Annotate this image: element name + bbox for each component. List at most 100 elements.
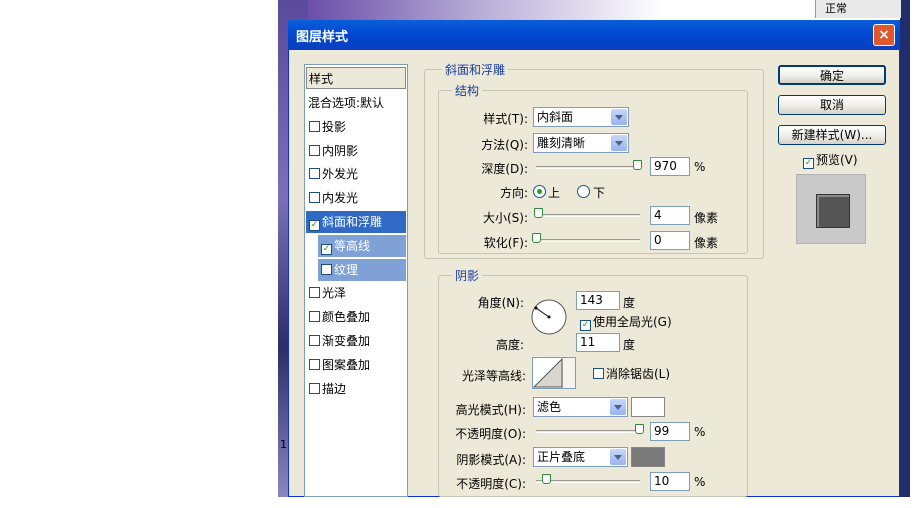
style-checkbox[interactable] — [309, 287, 320, 298]
highlight-opacity-slider-handle[interactable] — [634, 424, 644, 434]
soften-slider-track[interactable] — [536, 239, 640, 242]
style-checkbox[interactable] — [321, 264, 332, 275]
antialias-checkbox-row[interactable]: 消除锯齿(L) — [590, 366, 670, 382]
size-unit: 像素 — [694, 211, 719, 225]
angle-input[interactable]: 143 — [576, 291, 620, 310]
shadow-mode-value: 正片叠底 — [537, 450, 586, 464]
shadow-opacity-input[interactable]: 10 — [650, 472, 690, 491]
shadow-opacity-slider-handle[interactable] — [542, 474, 552, 484]
preview-label: 预览(V) — [816, 153, 858, 167]
gloss-contour-picker[interactable] — [532, 357, 576, 389]
style-list-label: 混合选项:默认 — [308, 96, 385, 110]
style-list-item[interactable]: ✓ 等高线 — [318, 235, 406, 257]
structure-title: 结构 — [452, 82, 483, 99]
style-checkbox[interactable] — [309, 359, 320, 370]
highlight-opacity-input[interactable]: 99 — [650, 422, 690, 441]
style-checkbox[interactable] — [309, 145, 320, 156]
soften-unit: 像素 — [694, 236, 719, 250]
size-slider-handle[interactable] — [534, 208, 544, 218]
background-canvas-top — [308, 0, 900, 20]
shadow-mode-label: 阴影模式(A): — [456, 453, 526, 467]
chevron-down-icon — [610, 449, 626, 465]
style-list-label: 内阴影 — [322, 144, 359, 158]
shadow-color-swatch[interactable] — [631, 447, 665, 467]
style-list-label: 内发光 — [322, 191, 359, 205]
angle-unit: 度 — [623, 296, 636, 310]
style-list-item[interactable]: 描边 — [306, 378, 406, 400]
highlight-mode-select[interactable]: 滤色 — [533, 397, 628, 417]
highlight-mode-label: 高光模式(H): — [455, 403, 526, 417]
style-checkbox[interactable] — [309, 121, 320, 132]
style-list-label: 斜面和浮雕 — [322, 215, 383, 229]
style-select[interactable]: 内斜面 — [533, 107, 629, 127]
style-list-label: 投影 — [322, 120, 347, 134]
preview-checkbox[interactable]: ✓ — [803, 158, 814, 169]
style-list-label: 描边 — [322, 382, 347, 396]
contour-curve-icon — [533, 358, 563, 388]
style-list-item[interactable]: 颜色叠加 — [306, 306, 406, 328]
altitude-unit: 度 — [623, 338, 636, 352]
global-light-checkbox-row[interactable]: ✓ 使用全局光(G) — [577, 314, 672, 331]
style-checkbox[interactable] — [309, 335, 320, 346]
global-light-label: 使用全局光(G) — [593, 315, 672, 329]
shading-title: 阴影 — [452, 267, 483, 284]
style-list-item[interactable]: 渐变叠加 — [306, 330, 406, 352]
style-list-item[interactable]: 图案叠加 — [306, 354, 406, 376]
depth-slider-track[interactable] — [536, 166, 640, 169]
highlight-opacity-label: 不透明度(O): — [455, 427, 526, 441]
direction-down-radio[interactable] — [577, 185, 590, 198]
caret-down-icon — [562, 358, 575, 388]
altitude-label: 高度: — [495, 338, 524, 352]
antialias-checkbox[interactable] — [593, 368, 604, 379]
style-list-item[interactable]: 投影 — [306, 116, 406, 138]
highlight-opacity-slider-track[interactable] — [536, 430, 640, 433]
highlight-opacity-unit: % — [694, 425, 706, 439]
size-input[interactable]: 4 — [650, 206, 690, 225]
size-label: 大小(S): — [482, 211, 528, 225]
depth-input[interactable]: 970 — [650, 157, 690, 176]
new-style-button[interactable]: 新建样式(W)... — [778, 125, 886, 145]
style-list-item[interactable]: 混合选项:默认 — [306, 92, 408, 114]
shadow-opacity-slider-track[interactable] — [536, 480, 640, 483]
style-list-label: 光泽 — [322, 286, 347, 300]
shadow-mode-select[interactable]: 正片叠底 — [533, 447, 628, 467]
direction-up-label: 上 — [548, 186, 561, 200]
ok-button[interactable]: 确定 — [778, 65, 886, 85]
style-checkbox[interactable] — [309, 168, 320, 179]
technique-select[interactable]: 雕刻清晰 — [533, 133, 629, 153]
style-list-label: 纹理 — [334, 263, 359, 277]
soften-slider-handle[interactable] — [532, 233, 541, 243]
cancel-button[interactable]: 取消 — [778, 95, 886, 115]
style-list-item[interactable]: 内阴影 — [306, 140, 406, 162]
size-slider-track[interactable] — [536, 214, 640, 217]
highlight-color-swatch[interactable] — [631, 397, 665, 417]
angle-label: 角度(N): — [477, 296, 524, 310]
style-list-item[interactable]: 纹理 — [318, 259, 406, 281]
close-button[interactable]: × — [873, 24, 895, 46]
style-checkbox[interactable] — [309, 311, 320, 322]
style-checkbox[interactable]: ✓ — [321, 244, 332, 255]
direction-up-radio[interactable] — [533, 185, 546, 198]
angle-dial[interactable] — [530, 298, 568, 336]
gloss-contour-label: 光泽等高线: — [461, 369, 526, 383]
soften-input[interactable]: 0 — [650, 231, 690, 250]
style-select-value: 内斜面 — [537, 110, 574, 124]
styles-list-header[interactable]: 样式 — [306, 67, 406, 89]
depth-unit: % — [694, 160, 706, 174]
style-list-item[interactable]: 外发光 — [306, 163, 406, 185]
global-light-checkbox[interactable]: ✓ — [580, 320, 591, 331]
style-list-item[interactable]: 光泽 — [306, 282, 406, 304]
preview-checkbox-row[interactable]: ✓ 预览(V) — [800, 152, 858, 169]
altitude-input[interactable]: 11 — [576, 333, 620, 352]
technique-label: 方法(Q): — [481, 138, 528, 152]
depth-slider-handle[interactable] — [632, 160, 642, 170]
style-checkbox[interactable] — [309, 383, 320, 394]
dialog-title-bar[interactable] — [288, 20, 900, 50]
style-checkbox[interactable]: ✓ — [309, 220, 320, 231]
style-list-item[interactable]: ✓ 斜面和浮雕 — [306, 211, 406, 233]
style-list-label: 图案叠加 — [322, 358, 371, 372]
background-edge-number: 1 — [280, 438, 287, 451]
style-list-item[interactable]: 内发光 — [306, 187, 406, 209]
style-checkbox[interactable] — [309, 192, 320, 203]
antialias-label: 消除锯齿(L) — [606, 367, 671, 381]
